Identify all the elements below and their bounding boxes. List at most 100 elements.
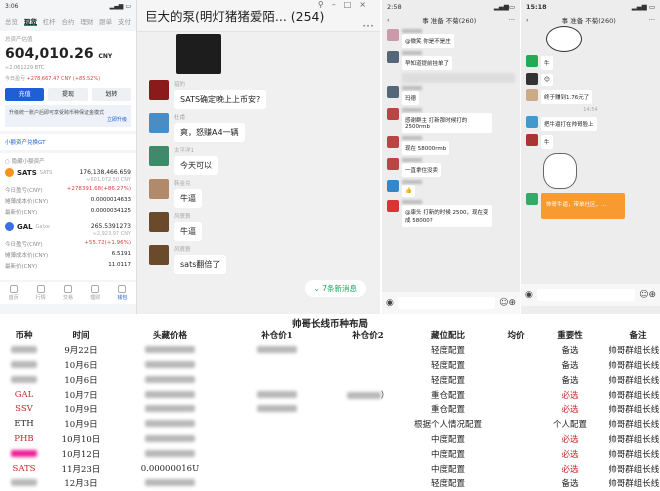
- image-message[interactable]: [176, 34, 221, 74]
- message-input[interactable]: [536, 289, 636, 301]
- message-bubble[interactable]: @微笑 你是不是庄: [402, 34, 454, 48]
- message-bubble[interactable]: 牛逼: [174, 222, 202, 241]
- message-body: 早知道提前挂单了: [402, 51, 453, 70]
- message-bubble[interactable]: 玛德: [402, 91, 420, 105]
- avatar[interactable]: [526, 116, 538, 128]
- tab-1[interactable]: 现货: [23, 16, 37, 26]
- plus-icon[interactable]: ⊕: [648, 290, 656, 300]
- avatar[interactable]: [149, 245, 169, 265]
- cell-avg: [488, 461, 544, 476]
- tab-6[interactable]: 支付: [118, 16, 131, 26]
- avatar[interactable]: [387, 51, 399, 63]
- avatar[interactable]: [526, 193, 538, 205]
- asset-cost-row: 摊薄成本价(CNY) 0.0000014633: [5, 197, 131, 205]
- voice-icon[interactable]: ◉: [386, 298, 394, 308]
- transfer-button[interactable]: 划转: [91, 88, 131, 101]
- status-time: 15:18: [526, 3, 547, 11]
- asset-item[interactable]: GAL Galxe 265.5391273 ≈2,923.97 CNY 今日盈亏(CNY…: [5, 222, 131, 270]
- message-body: 韩金兑 牛逼: [174, 179, 202, 208]
- hide-small-toggle[interactable]: 隐藏小额资产: [12, 159, 45, 165]
- emoji-icon[interactable]: ☺: [499, 298, 508, 308]
- nav-4[interactable]: 钱包: [117, 285, 127, 301]
- upgrade-link[interactable]: 立即升级: [9, 116, 127, 123]
- message-bubble[interactable]: 早知道提前挂单了: [402, 56, 453, 70]
- red-packet-message[interactable]: 帅哥牛逼，带单社区，...: [526, 193, 655, 219]
- avatar[interactable]: [149, 179, 169, 199]
- message-bubble[interactable]: 一直拿住没卖: [402, 163, 442, 177]
- avatar[interactable]: [149, 212, 169, 232]
- avatar[interactable]: [526, 89, 538, 101]
- cell-avg: [488, 476, 544, 491]
- message-bubble[interactable]: sats翻倍了: [174, 255, 227, 274]
- cell-avg: [488, 387, 544, 402]
- avatar[interactable]: [149, 80, 169, 100]
- more-icon[interactable]: ···: [649, 16, 655, 24]
- avatar[interactable]: [387, 108, 399, 120]
- cell-coin: SATS: [12, 463, 36, 474]
- avatar[interactable]: [387, 29, 399, 41]
- message-bubble[interactable]: @康头 打新的时候 2500，现在变成 58000?: [402, 205, 492, 227]
- message-input[interactable]: [397, 297, 496, 309]
- cell-ratio: 轻度配置: [430, 375, 465, 386]
- cell-price: [114, 476, 226, 491]
- avatar[interactable]: [387, 86, 399, 98]
- message-bubble[interactable]: 现在 58000rmb: [402, 141, 450, 155]
- small-assets-link[interactable]: 小额资产兑换GT: [0, 134, 136, 150]
- avatar[interactable]: [526, 73, 538, 85]
- red-packet[interactable]: 帅哥牛逼，带单社区，...: [541, 193, 625, 219]
- deposit-button[interactable]: 充值: [5, 88, 45, 101]
- label: 最新价(CNY): [5, 264, 38, 270]
- more-icon[interactable]: ···: [509, 16, 515, 24]
- message-bubble[interactable]: 感谢群主 打新那时候打的2500rmb: [402, 113, 492, 133]
- cell-ratio: 轻度配置: [430, 360, 465, 371]
- asset-item[interactable]: SATS SATS 176,138,466.659 ≈601,072.50 CNY 今日…: [5, 168, 131, 216]
- tab-4[interactable]: 理财: [80, 16, 93, 26]
- tab-0[interactable]: 总览: [5, 16, 18, 26]
- message-bubble[interactable]: 👍: [402, 185, 415, 197]
- emoji-icon[interactable]: ☺: [639, 290, 648, 300]
- message-bubble[interactable]: 把牛逼打在帅哥脸上: [541, 117, 597, 131]
- withdraw-button[interactable]: 提现: [48, 88, 88, 101]
- avatar[interactable]: [387, 200, 399, 212]
- more-icon[interactable]: ···: [362, 18, 374, 33]
- message-bubble[interactable]: 牛: [541, 135, 553, 149]
- nav-0[interactable]: 首页: [9, 285, 19, 301]
- asset-price-row: 最新价(CNY) 0.0000034125: [5, 208, 131, 216]
- message-bubble[interactable]: 终于赚到1.76元了: [541, 90, 593, 104]
- message-bubble[interactable]: 牛: [541, 56, 553, 70]
- nav-3[interactable]: 理财: [90, 285, 100, 301]
- message-bubble[interactable]: 😊: [541, 74, 553, 86]
- new-messages-button[interactable]: ⌄ 7条新消息: [304, 280, 366, 297]
- tab-3[interactable]: 合约: [61, 16, 74, 26]
- message-bubble[interactable]: 牛逼: [174, 189, 202, 208]
- message-bubble[interactable]: 爽，怒赚A4一辆: [174, 123, 245, 142]
- back-icon[interactable]: ‹: [526, 16, 529, 24]
- nav-1[interactable]: 行情: [36, 285, 46, 301]
- avatar[interactable]: [387, 136, 399, 148]
- nav-2[interactable]: 交易: [63, 285, 73, 301]
- column-header: 备注: [629, 331, 647, 342]
- avatar[interactable]: [387, 158, 399, 170]
- tab-2[interactable]: 杠杆: [43, 16, 56, 26]
- window-controls[interactable]: ⚲–□×: [318, 0, 374, 9]
- cell-date: 10月9日: [64, 420, 98, 431]
- cell-avg: [488, 417, 544, 432]
- voice-icon[interactable]: ◉: [525, 290, 533, 300]
- currency[interactable]: CNY: [98, 53, 112, 60]
- message-bubble[interactable]: 今天可以: [174, 156, 218, 175]
- avatar[interactable]: [526, 134, 538, 146]
- tab-5[interactable]: 跟单: [99, 16, 112, 26]
- avatar[interactable]: [149, 146, 169, 166]
- avatar[interactable]: [149, 113, 169, 133]
- back-icon[interactable]: ‹: [387, 16, 390, 24]
- plus-icon[interactable]: ⊕: [508, 298, 516, 308]
- cell-ratio: 轻度配置: [430, 346, 465, 357]
- avatar[interactable]: [387, 180, 399, 192]
- avatar[interactable]: [526, 55, 538, 67]
- message-body: 猎豹 SATS确定晚上上币安?: [174, 80, 267, 109]
- signal-icon: ▂▄▆ ▭: [109, 3, 131, 10]
- cell-avg: [488, 372, 544, 387]
- cell-add1: [226, 402, 328, 417]
- message-bubble[interactable]: SATS确定晚上上币安?: [174, 90, 267, 109]
- label: 今日盈亏(CNY): [5, 188, 43, 194]
